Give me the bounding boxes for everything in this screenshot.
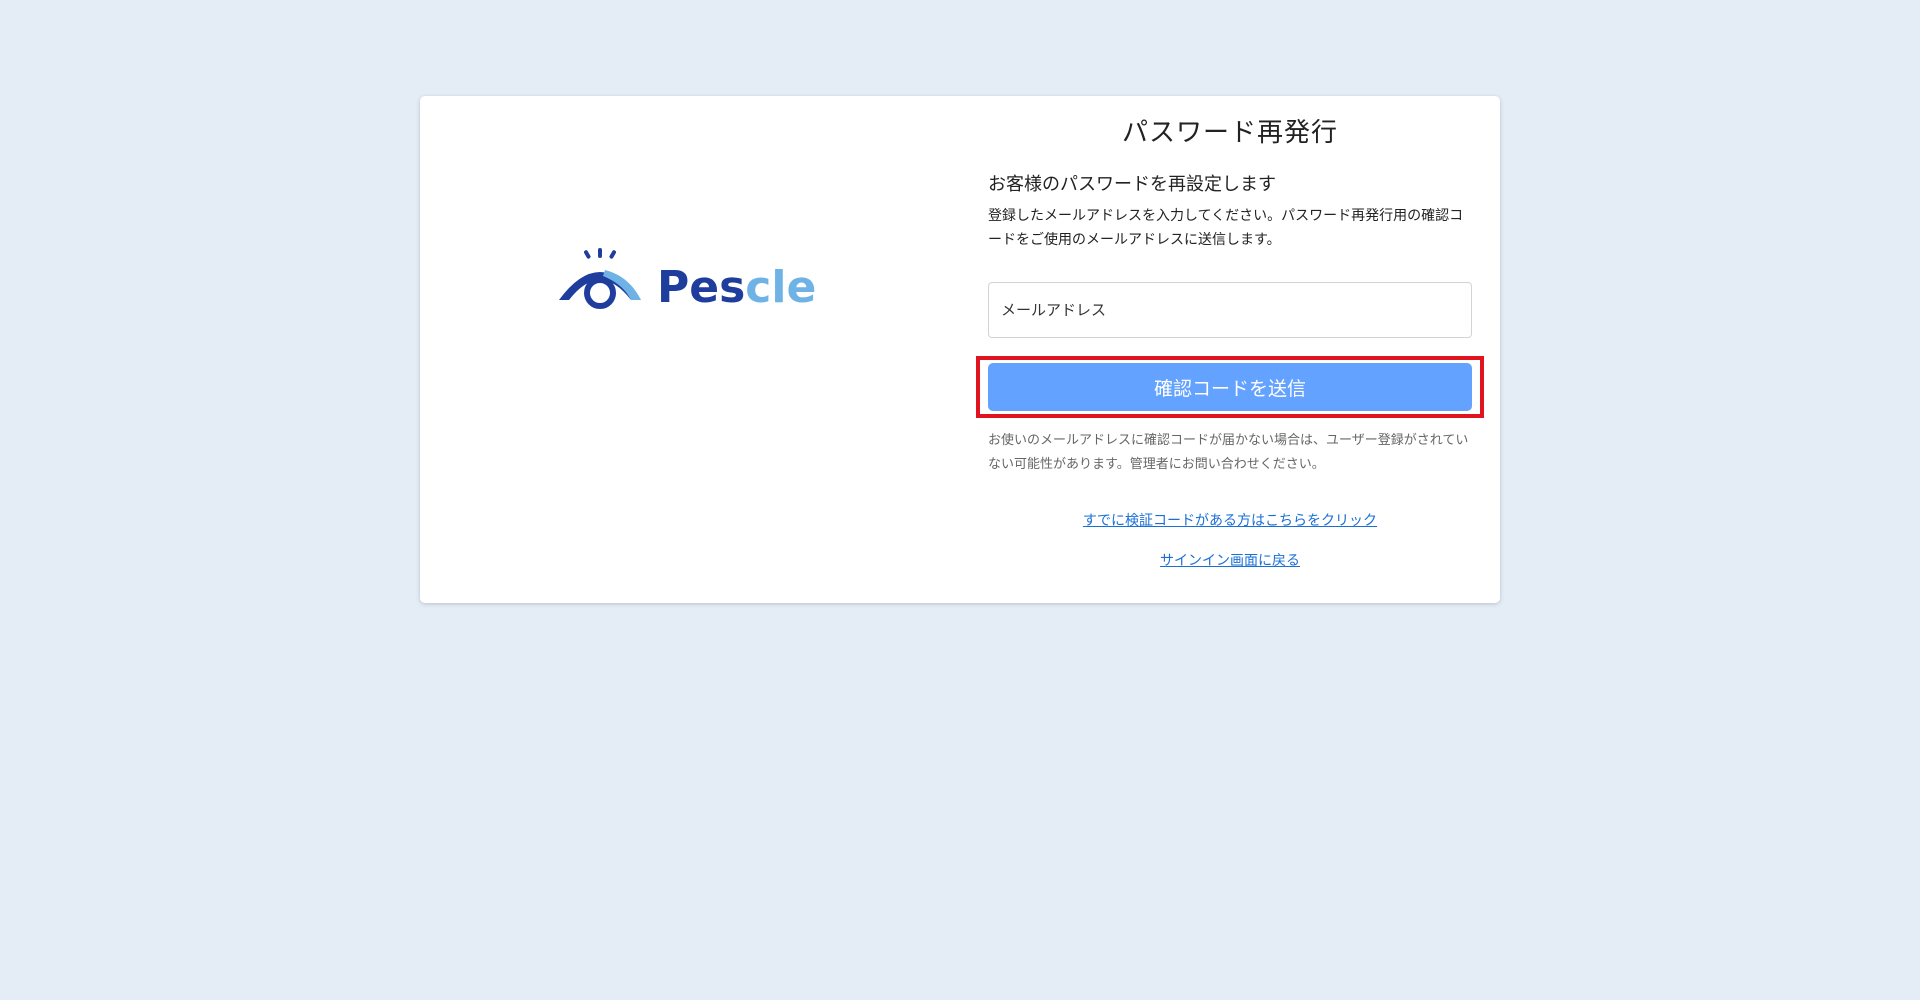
have-code-link[interactable]: すでに検証コードがある方はこちらをクリック bbox=[988, 510, 1472, 530]
logo-text: Pescle bbox=[657, 262, 816, 313]
help-note: お使いのメールアドレスに確認コードが届かない場合は、ユーザー登録がされていない可… bbox=[988, 433, 1469, 472]
send-code-button[interactable]: 確認コードを送信 bbox=[988, 363, 1472, 411]
email-field[interactable] bbox=[988, 282, 1472, 338]
eye-icon bbox=[559, 248, 641, 309]
back-to-signin-link[interactable]: サインイン画面に戻る bbox=[988, 550, 1472, 570]
password-reset-card: Pescle パスワード再発行 お客様のパスワードを再設定します 登録したメール… bbox=[420, 96, 1500, 603]
pescle-logo: Pescle bbox=[559, 248, 816, 313]
page-title: パスワード再発行 bbox=[1121, 118, 1338, 148]
page-subtitle: お客様のパスワードを再設定します bbox=[988, 174, 1276, 195]
page-description: 登録したメールアドレスを入力してください。パスワード再発行用の確認コードをご使用… bbox=[988, 208, 1464, 248]
